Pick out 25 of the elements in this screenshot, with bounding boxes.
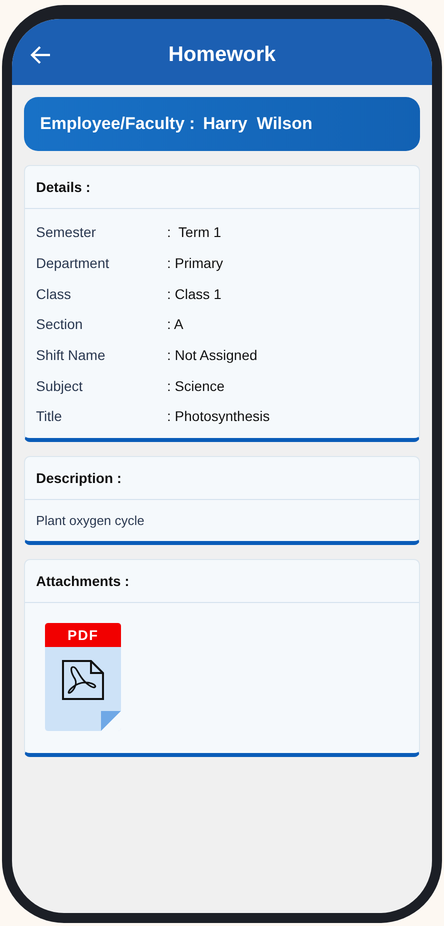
acrobat-document-icon	[61, 658, 105, 701]
detail-label: Title	[36, 408, 63, 424]
detail-value: : Primary	[167, 255, 224, 272]
detail-value: : Photosynthesis	[167, 408, 271, 424]
pdf-attachment[interactable]: PDF	[45, 622, 121, 731]
detail-value: : Term 1	[167, 224, 222, 240]
folded-corner-icon	[101, 710, 121, 731]
faculty-name: Harry Wilson	[202, 114, 312, 134]
detail-label: Shift Name	[36, 347, 106, 364]
detail-label: Subject	[36, 378, 84, 394]
detail-label: Class	[36, 286, 72, 302]
back-button[interactable]	[30, 44, 52, 66]
detail-label: Section	[36, 316, 84, 332]
detail-value: : Class 1	[167, 286, 222, 302]
detail-label: Semester	[36, 224, 97, 240]
attachments-heading: Attachments :	[25, 560, 419, 603]
details-heading: Details :	[25, 166, 419, 209]
description-text: Plant oxygen cycle	[35, 512, 146, 530]
screen-title: Homework	[167, 43, 277, 67]
faculty-label: Employee/Faculty :	[40, 114, 195, 134]
detail-label: Department	[36, 255, 110, 272]
detail-value: : Not Assigned	[167, 347, 258, 364]
detail-value: : A	[167, 316, 184, 332]
description-heading: Description :	[25, 456, 419, 500]
detail-value: : Science	[167, 378, 226, 394]
